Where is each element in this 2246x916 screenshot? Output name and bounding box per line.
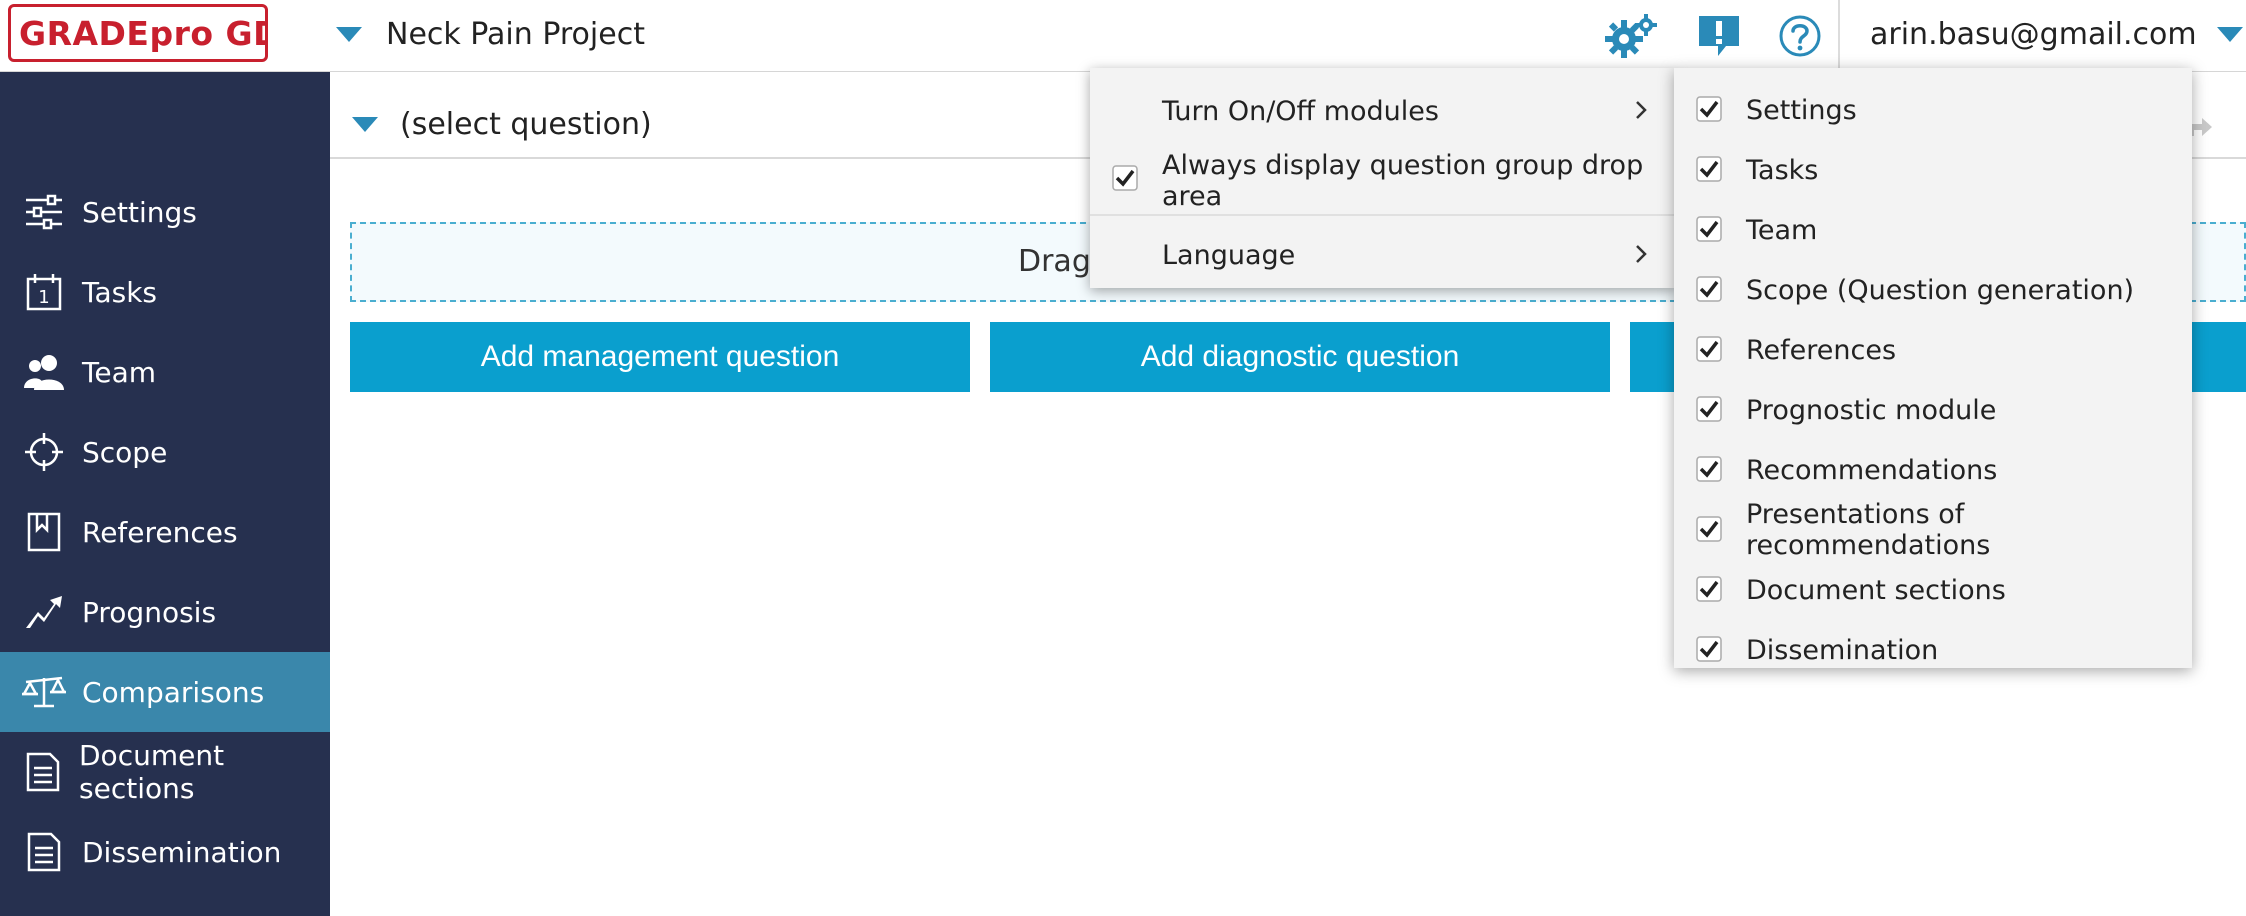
modules-submenu: Settings Tasks Team Scope (Question gene…: [1674, 68, 2192, 668]
sidebar-item-label: Prognosis: [82, 595, 217, 629]
checkbox-checked-icon[interactable]: [1696, 276, 1722, 309]
checkbox-checked-icon[interactable]: [1696, 516, 1722, 549]
sidebar-item-scope[interactable]: Scope: [0, 412, 330, 492]
add-diagnostic-question-button[interactable]: Add diagnostic question: [990, 322, 1610, 392]
user-email: arin.basu@gmail.com: [1870, 16, 2197, 52]
menu-divider: [1090, 214, 1676, 216]
module-item-label: Dissemination: [1746, 634, 1939, 666]
menu-item-label: Turn On/Off modules: [1162, 95, 1439, 127]
drop-area-text: Drag: [1018, 244, 1091, 279]
top-icons: [1602, 8, 1822, 64]
top-bar: GRADEpro GDT Neck Pain Project: [0, 0, 2246, 72]
logo-text-gdt: GDT: [225, 13, 265, 53]
sidebar-item-document-sections[interactable]: Document sections: [0, 732, 330, 812]
sidebar-item-label: Tasks: [82, 275, 158, 309]
svg-text:1: 1: [38, 287, 49, 308]
header-divider: [1838, 0, 1840, 70]
module-item-label: Tasks: [1746, 154, 1819, 186]
feedback-icon[interactable]: [1696, 13, 1742, 59]
sidebar-item-settings[interactable]: Settings: [0, 172, 330, 252]
chevron-right-icon: [1634, 95, 1648, 128]
sidebar-item-label: Scope: [82, 435, 168, 469]
menu-item-language[interactable]: Language: [1090, 230, 1676, 280]
add-management-question-button[interactable]: Add management question: [350, 322, 970, 392]
project-name: Neck Pain Project: [386, 16, 645, 52]
module-item-label: Recommendations: [1746, 454, 1998, 486]
sidebar-item-label: References: [82, 515, 238, 549]
help-icon[interactable]: [1778, 14, 1822, 58]
logo-text-gradepro: GRADEpro: [19, 13, 214, 53]
settings-menu: Turn On/Off modules Always display quest…: [1090, 68, 1676, 288]
question-select-label: (select question): [400, 106, 652, 142]
question-selector[interactable]: (select question): [352, 102, 652, 146]
user-menu[interactable]: arin.basu@gmail.com: [1870, 12, 2243, 56]
module-item-recommendations[interactable]: Recommendations: [1674, 442, 2192, 498]
module-item-label: Document sections: [1746, 574, 2006, 606]
checkbox-checked-icon[interactable]: [1112, 164, 1138, 198]
checkbox-checked-icon[interactable]: [1696, 216, 1722, 249]
module-item-references[interactable]: References: [1674, 322, 2192, 378]
sidebar-item-label: Dissemination: [82, 835, 282, 869]
module-item-settings[interactable]: Settings: [1674, 82, 2192, 138]
module-item-presentations[interactable]: Presentations of recommendations: [1674, 499, 2192, 561]
bookmark-book-icon: [22, 510, 66, 554]
module-item-prognostic[interactable]: Prognostic module: [1674, 382, 2192, 438]
menu-item-label: Always display question group drop area: [1162, 150, 1644, 212]
sidebar-item-label: Document sections: [79, 739, 225, 805]
document-icon: [22, 830, 66, 874]
sidebar-item-references[interactable]: References: [0, 492, 330, 572]
menu-item-label: Language: [1162, 239, 1296, 271]
chevron-right-icon: [1634, 239, 1648, 272]
checkbox-checked-icon[interactable]: [1696, 156, 1722, 189]
module-item-tasks[interactable]: Tasks: [1674, 142, 2192, 198]
module-item-label: Scope (Question generation): [1746, 274, 2135, 306]
checkbox-checked-icon[interactable]: [1696, 636, 1722, 669]
sidebar-item-team[interactable]: Team: [0, 332, 330, 412]
gradepro-logo[interactable]: GRADEpro GDT: [8, 4, 268, 62]
chevron-down-icon: [336, 26, 362, 42]
sidebar-item-prognosis[interactable]: Prognosis: [0, 572, 330, 652]
module-item-label: Presentations of recommendations: [1746, 499, 1991, 561]
sidebar-item-dissemination[interactable]: Dissemination: [0, 812, 330, 892]
module-item-label: Settings: [1746, 94, 1857, 126]
module-item-team[interactable]: Team: [1674, 202, 2192, 258]
checkbox-checked-icon[interactable]: [1696, 336, 1722, 369]
team-icon: [22, 350, 66, 394]
sidebar: Settings 1 Tasks Team Scope References P…: [0, 72, 330, 916]
module-item-label: Prognostic module: [1746, 394, 1997, 426]
menu-item-turn-on-off-modules[interactable]: Turn On/Off modules: [1090, 86, 1676, 136]
document-icon: [22, 750, 63, 794]
calendar-icon: 1: [22, 270, 66, 314]
sidebar-item-comparisons[interactable]: Comparisons: [0, 652, 330, 732]
sliders-icon: [22, 190, 66, 234]
module-item-label: Team: [1746, 214, 1818, 246]
menu-item-always-display-drop-area[interactable]: Always display question group drop area: [1090, 150, 1676, 212]
checkbox-checked-icon[interactable]: [1696, 96, 1722, 129]
chevron-down-icon: [352, 116, 378, 132]
module-item-dissemination[interactable]: Dissemination: [1674, 622, 2192, 678]
project-selector[interactable]: Neck Pain Project: [336, 12, 645, 56]
chevron-down-icon: [2216, 26, 2243, 42]
crosshair-icon: [22, 430, 66, 474]
gear-icon[interactable]: [1602, 11, 1660, 61]
module-item-scope[interactable]: Scope (Question generation): [1674, 262, 2192, 318]
module-item-document-sections[interactable]: Document sections: [1674, 562, 2192, 618]
module-item-label: References: [1746, 334, 1897, 366]
sidebar-item-label: Team: [82, 355, 157, 389]
trend-arrow-icon: [22, 590, 66, 634]
checkbox-checked-icon[interactable]: [1696, 396, 1722, 429]
sidebar-item-tasks[interactable]: 1 Tasks: [0, 252, 330, 332]
checkbox-checked-icon[interactable]: [1696, 576, 1722, 609]
sidebar-item-label: Settings: [82, 195, 197, 229]
sidebar-item-label: Comparisons: [82, 675, 265, 709]
checkbox-checked-icon[interactable]: [1696, 456, 1722, 489]
scales-icon: [22, 670, 66, 714]
